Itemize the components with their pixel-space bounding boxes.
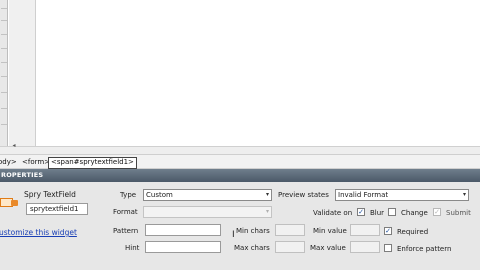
- max-value-label: Max value: [310, 244, 346, 252]
- type-select-value: Custom: [146, 191, 173, 199]
- blur-checkbox[interactable]: ✓: [357, 208, 365, 216]
- format-select[interactable]: ▾: [143, 206, 272, 218]
- chevron-down-icon: ▾: [265, 191, 269, 198]
- min-value-input[interactable]: [350, 224, 380, 236]
- min-value-label: Min value: [313, 227, 347, 235]
- chevron-down-icon: ▾: [462, 191, 466, 198]
- max-value-input[interactable]: [350, 241, 380, 253]
- required-label: Required: [397, 228, 429, 236]
- blur-label: Blur: [370, 209, 385, 217]
- pattern-input[interactable]: [145, 224, 221, 236]
- customize-widget-link[interactable]: ustomize this widget: [0, 228, 77, 238]
- tag-body[interactable]: ody>: [0, 157, 17, 167]
- max-chars-input[interactable]: [275, 241, 305, 253]
- preview-states-label: Preview states: [278, 191, 329, 199]
- preview-states-value: Invalid Format: [338, 191, 389, 199]
- left-toolbar-rail: [0, 0, 8, 146]
- submit-checkbox[interactable]: ✓: [433, 208, 441, 216]
- tag-selector-bar: ody> <form> <span#sprytextfield1>: [0, 154, 480, 169]
- widget-name-field[interactable]: sprytextfield1: [26, 203, 88, 215]
- document-design-view[interactable]: [37, 0, 480, 146]
- type-select[interactable]: Custom ▾: [143, 189, 272, 201]
- pattern-label: Pattern: [113, 227, 139, 235]
- enforce-pattern-checkbox[interactable]: [384, 244, 392, 252]
- min-chars-input[interactable]: [275, 224, 305, 236]
- scroll-left-icon[interactable]: ◂: [9, 142, 19, 150]
- tag-form[interactable]: <form>: [22, 157, 50, 167]
- code-gutter: [9, 0, 36, 146]
- preview-states-select[interactable]: Invalid Format ▾: [335, 189, 469, 201]
- text-cursor-icon: I: [232, 230, 235, 240]
- format-label: Format: [113, 208, 138, 216]
- max-chars-label: Max chars: [234, 244, 270, 252]
- submit-label: Submit: [446, 209, 471, 217]
- tag-span-sprytextfield1[interactable]: <span#sprytextfield1>: [48, 157, 137, 169]
- change-label: Change: [401, 209, 428, 217]
- min-chars-label: Min chars: [236, 227, 270, 235]
- change-checkbox[interactable]: [388, 208, 396, 216]
- horizontal-scrollbar[interactable]: [0, 146, 480, 154]
- widget-type-label: Spry TextField: [24, 190, 76, 199]
- validate-on-label: Validate on: [313, 209, 353, 217]
- enforce-pattern-label: Enforce pattern: [397, 245, 452, 253]
- chevron-down-icon: ▾: [265, 208, 269, 215]
- properties-panel-header[interactable]: ROPERTIES: [0, 169, 480, 182]
- type-label: Type: [120, 191, 137, 199]
- required-checkbox[interactable]: ✓: [384, 227, 392, 235]
- hint-input[interactable]: [145, 241, 221, 253]
- spry-textfield-icon: [0, 196, 18, 210]
- hint-label: Hint: [125, 244, 140, 252]
